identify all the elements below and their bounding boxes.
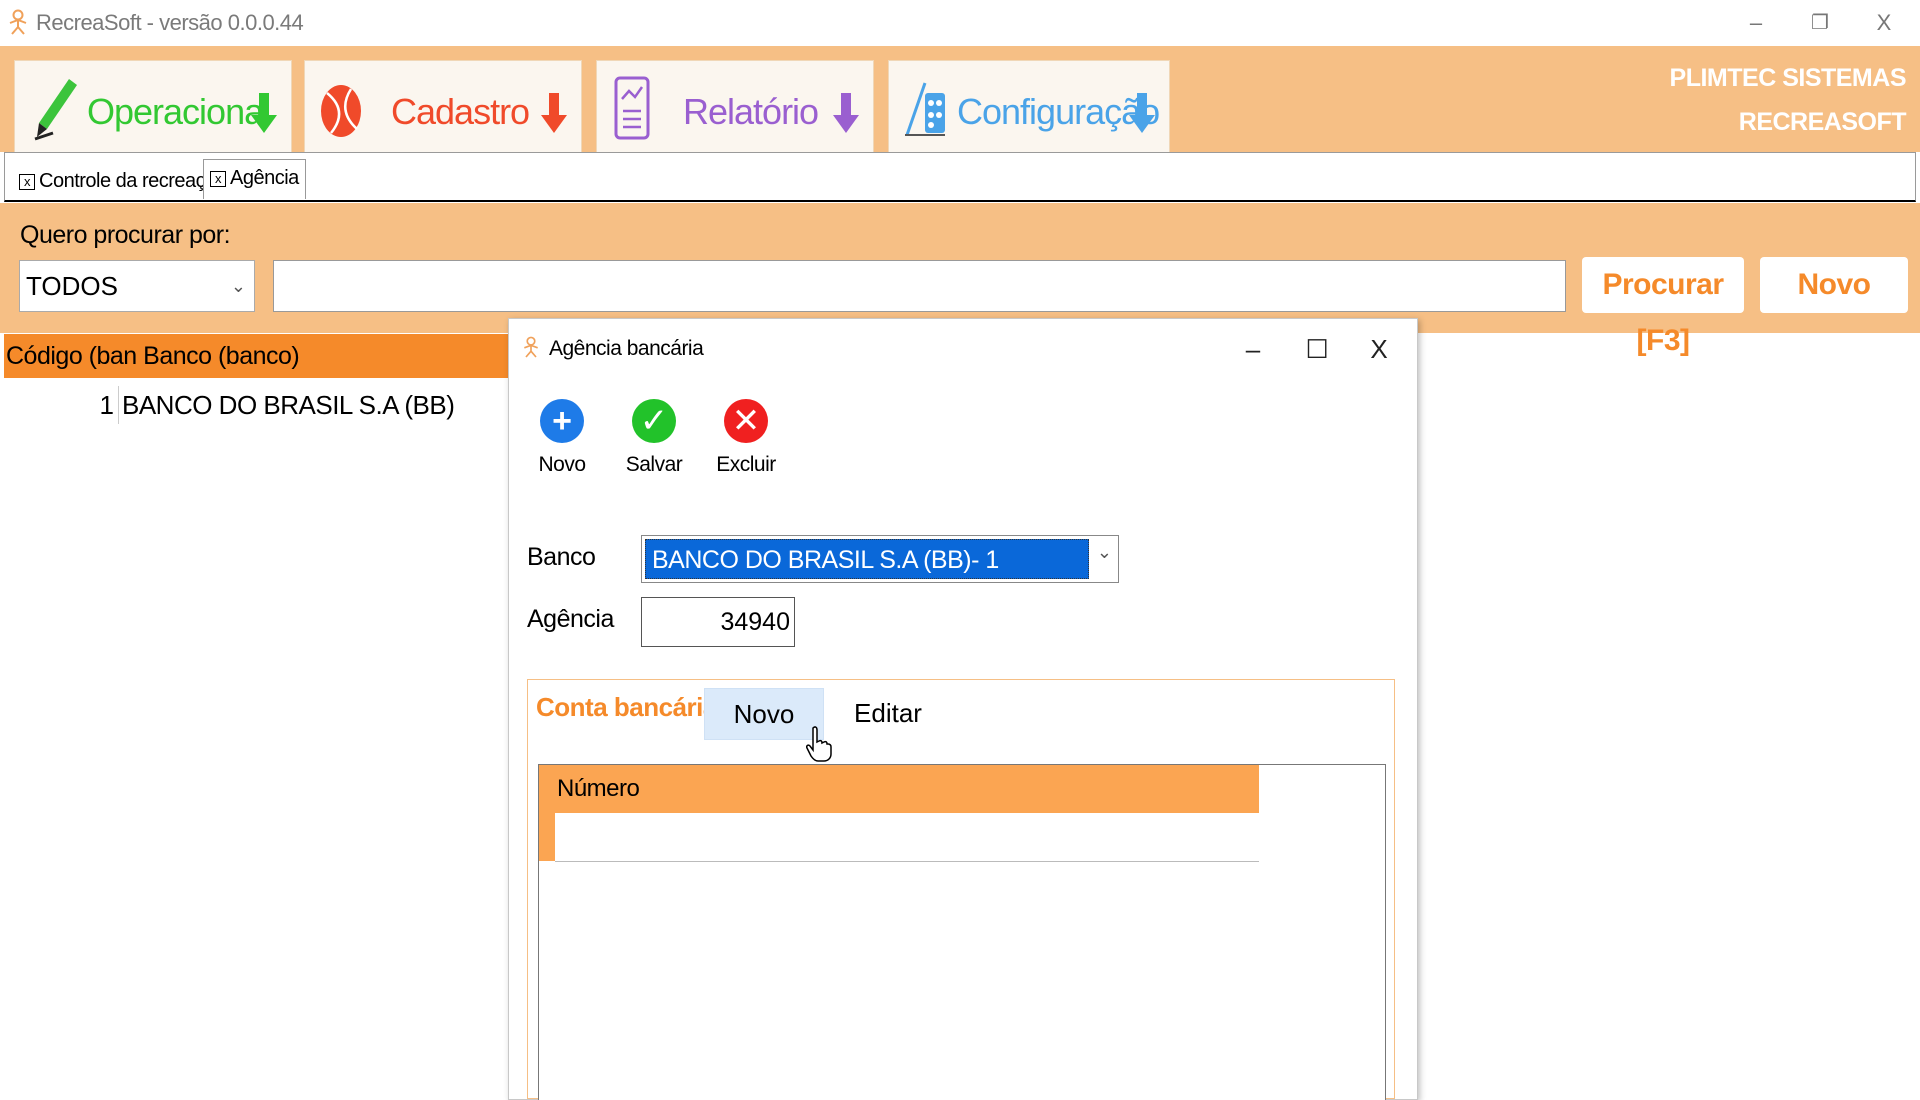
banco-select[interactable]: BANCO DO BRASIL S.A (BB)- 1 ⌄ [641, 535, 1119, 583]
search-input[interactable] [273, 260, 1566, 312]
agencia-dialog: Agência bancária – ☐ X + Novo ✓ Salvar ✕… [508, 318, 1418, 1100]
tool-label: Excluir [716, 453, 776, 476]
doc-tab-controle[interactable]: x Controle da recreação [19, 163, 227, 199]
arrow-down-icon [833, 93, 859, 138]
pencil-icon [33, 75, 79, 146]
new-record-button[interactable]: + Novo [517, 399, 607, 477]
hand-cursor-icon [806, 726, 832, 767]
close-tab-icon[interactable]: x [210, 170, 226, 187]
agencia-input[interactable]: 34940 [641, 597, 795, 647]
row-divider [555, 861, 1259, 862]
ribbon-tab-label: Relatório [683, 91, 819, 132]
filter-value: TODOS [26, 271, 118, 301]
dialog-close-button[interactable]: X [1355, 329, 1403, 369]
search-button[interactable]: Procurar [F3] [1582, 257, 1744, 357]
conta-grid: Número [538, 764, 1386, 1100]
new-button[interactable]: Novo [1760, 257, 1908, 313]
arrow-down-icon [1129, 93, 1155, 138]
document-tabstrip: x Controle da recreação x Agência [4, 152, 1916, 202]
arrow-down-icon [251, 93, 277, 138]
check-icon: ✓ [632, 399, 676, 443]
dialog-maximize-button[interactable]: ☐ [1293, 329, 1341, 369]
app-logo-icon [521, 335, 541, 364]
banco-label: Banco [527, 543, 596, 571]
app-logo-icon [6, 9, 30, 35]
row-selector[interactable] [539, 813, 555, 861]
window-title: RecreaSoft - versão 0.0.0.44 [36, 10, 304, 35]
ribbon-tab-label: Operacional [87, 91, 271, 132]
close-tab-icon[interactable]: x [19, 173, 35, 190]
ribbon-tab-relatorio[interactable]: Relatório [596, 60, 874, 152]
chevron-down-icon: ⌄ [1096, 542, 1112, 562]
tool-label: Novo [538, 453, 586, 476]
conta-bancaria-group: Conta bancária Novo Editar Número [527, 679, 1395, 1100]
restore-button[interactable]: ❐ [1800, 6, 1840, 40]
doc-tab-agencia[interactable]: x Agência [203, 159, 306, 199]
search-label: Quero procurar por: [20, 221, 231, 249]
brand-line-2: RECREASOFT [1738, 108, 1907, 136]
banco-value: BANCO DO BRASIL S.A (BB)- 1 [645, 539, 1089, 579]
tool-label: Salvar [625, 453, 683, 476]
ribbon-tab-label: Cadastro [391, 91, 530, 132]
conta-bancaria-title: Conta bancária [536, 692, 717, 722]
minimize-button[interactable]: – [1736, 6, 1776, 40]
close-button[interactable]: X [1864, 6, 1904, 40]
cell-code: 1 [99, 390, 114, 420]
ribbon-tab-configuracao[interactable]: Configuração [888, 60, 1170, 152]
column-header-numero[interactable]: Número [539, 765, 1259, 813]
chevron-down-icon: ⌄ [230, 276, 246, 296]
dialog-title: Agência bancária [549, 337, 704, 360]
brand-line-1: PLIMTEC SISTEMAS [1669, 64, 1907, 92]
agencia-label: Agência [527, 605, 614, 633]
arrow-down-icon [541, 93, 567, 138]
cell-bank: BANCO DO BRASIL S.A (BB) [122, 390, 455, 420]
x-icon: ✕ [724, 399, 768, 443]
search-panel: Quero procurar por: TODOS ⌄ Procurar [F3… [0, 203, 1920, 357]
cell-divider [118, 386, 119, 424]
plus-icon: + [540, 399, 584, 443]
ball-icon [319, 83, 363, 144]
grid-header[interactable]: Código (ban Banco (banco) [4, 334, 512, 378]
ribbon-tab-operacional[interactable]: Operacional [14, 60, 292, 152]
doc-tab-label: Agência [230, 167, 299, 189]
config-icon [903, 79, 947, 144]
filter-select[interactable]: TODOS ⌄ [19, 260, 255, 312]
ribbon-tab-cadastro[interactable]: Cadastro [304, 60, 582, 152]
save-button[interactable]: ✓ Salvar [609, 399, 699, 477]
table-row[interactable]: 1 BANCO DO BRASIL S.A (BB) [4, 380, 512, 430]
dialog-minimize-button[interactable]: – [1229, 329, 1277, 369]
title-bar: RecreaSoft - versão 0.0.0.44 – ❐ X [0, 0, 1920, 46]
conta-edit-button[interactable]: Editar [848, 688, 928, 740]
doc-tab-label: Controle da recreação [39, 170, 227, 192]
report-icon [613, 75, 651, 146]
delete-button[interactable]: ✕ Excluir [701, 399, 791, 477]
ribbon: Operacional Cadastro Relatório Configura… [0, 46, 1920, 152]
